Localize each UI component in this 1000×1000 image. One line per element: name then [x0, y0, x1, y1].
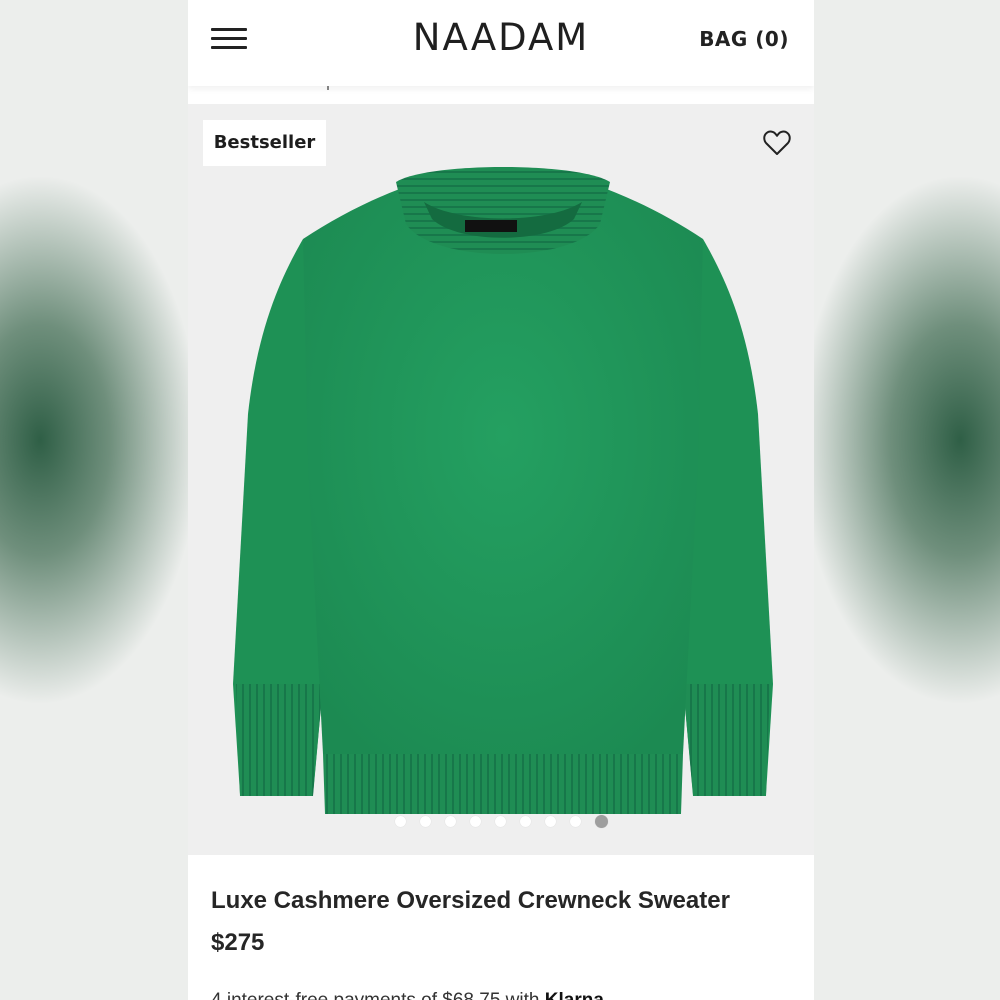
product-info: Luxe Cashmere Oversized Crewneck Sweater… [188, 855, 814, 1000]
product-price: $275 [211, 929, 265, 956]
bag-button[interactable]: BAG (0) [699, 26, 789, 52]
klarna-link[interactable]: Klarna [545, 990, 604, 1000]
installment-text: 4 interest-free payments of $68.75 with [211, 990, 539, 1000]
installment-note: 4 interest-free payments of $68.75 with … [211, 988, 604, 1000]
site-header: NAADAM BAG (0) [188, 0, 814, 86]
gallery-pagination [188, 811, 814, 828]
mobile-product-page: NAADAM BAG (0) Bestseller Luxe Cashmere … [188, 0, 814, 1000]
gallery-dot[interactable] [394, 816, 406, 827]
product-title: Luxe Cashmere Oversized Crewneck Sweater [211, 887, 730, 914]
bestseller-badge: Bestseller [203, 120, 326, 166]
breadcrumb-separator [327, 86, 329, 90]
breadcrumb-strip [188, 86, 814, 104]
gallery-dot[interactable] [419, 816, 431, 827]
gallery-dot[interactable] [544, 816, 556, 827]
gallery-dot[interactable] [569, 816, 581, 827]
gallery-dot[interactable] [469, 816, 481, 827]
gallery-dot[interactable] [519, 816, 531, 827]
neck-label [465, 220, 517, 232]
gallery-dot[interactable] [494, 816, 506, 827]
green-sweater-image[interactable] [228, 164, 778, 824]
product-gallery[interactable]: Bestseller [188, 104, 814, 855]
gallery-dot[interactable] [444, 816, 456, 827]
heart-outline-icon[interactable] [762, 128, 792, 158]
gallery-dot-active[interactable] [594, 815, 608, 828]
